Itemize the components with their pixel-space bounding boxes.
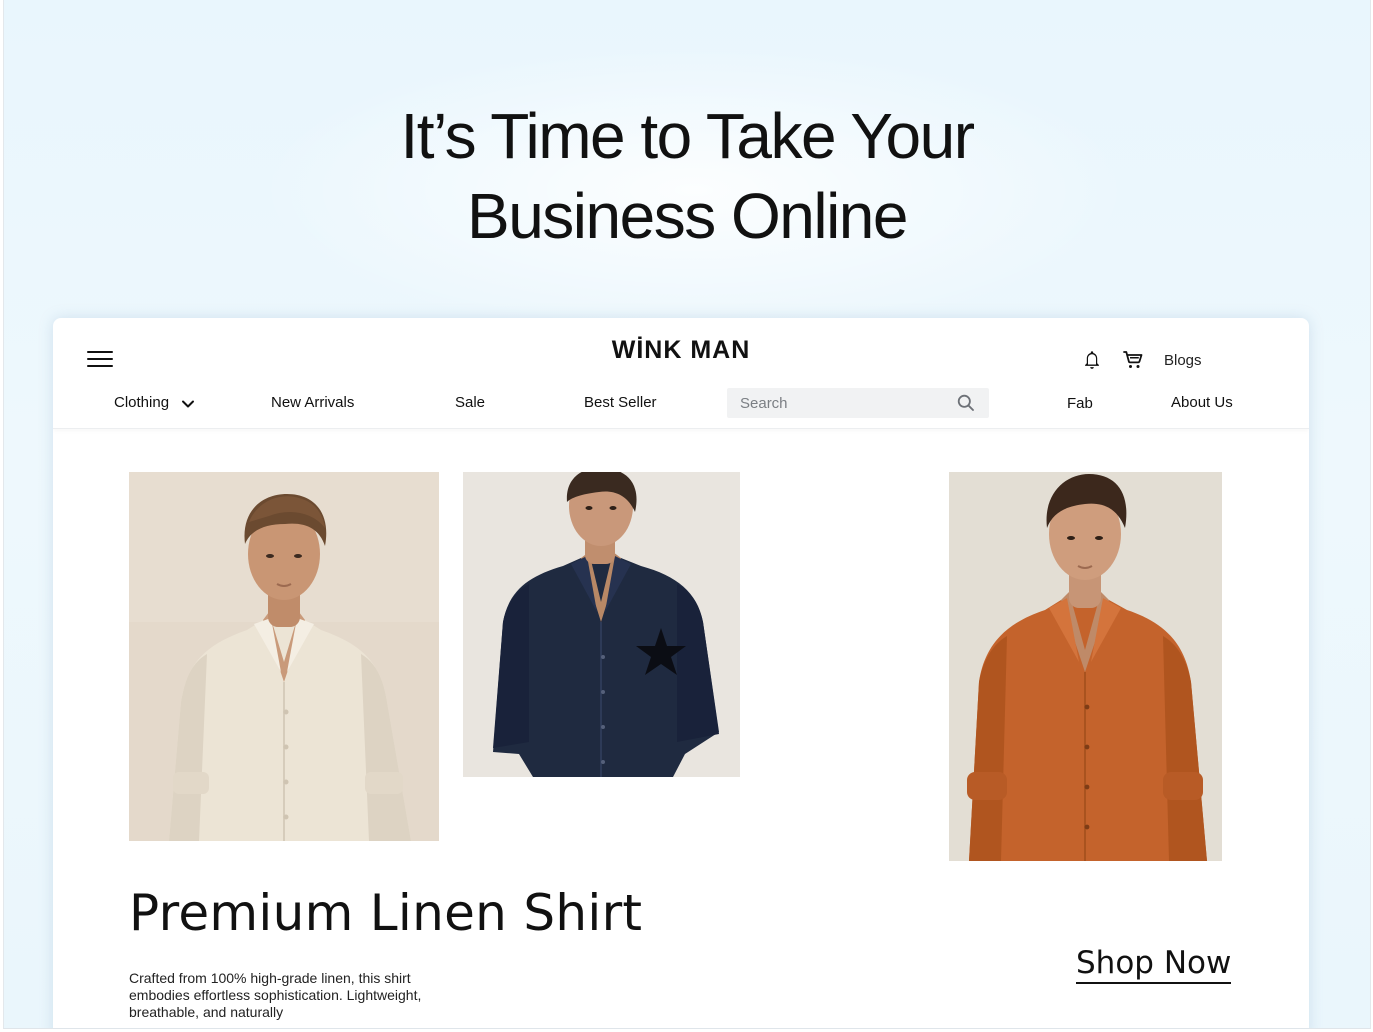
search-input[interactable] xyxy=(727,388,960,418)
product-photo-rust-shirt[interactable] xyxy=(949,472,1222,861)
nav-fab[interactable]: Fab xyxy=(1067,395,1093,412)
nav-new-arrivals[interactable]: New Arrivals xyxy=(271,394,354,411)
nav-sale[interactable]: Sale xyxy=(455,394,485,411)
website-preview: WİNK MAN Blogs Clothing New Arrivals Sal… xyxy=(53,318,1309,1028)
search-bar xyxy=(727,388,989,418)
site-header: WİNK MAN Blogs Clothing New Arrivals Sal… xyxy=(53,318,1309,429)
bell-icon[interactable] xyxy=(1080,348,1104,372)
page-canvas: It’s Time to Take Your Business Online W… xyxy=(3,0,1371,1029)
nav-blogs-link[interactable]: Blogs xyxy=(1164,352,1202,369)
product-photo-navy-shirt[interactable] xyxy=(463,472,740,777)
chevron-down-icon[interactable] xyxy=(180,396,196,412)
hero-line-2: Business Online xyxy=(467,180,908,252)
nav-best-seller[interactable]: Best Seller xyxy=(584,394,657,411)
product-title: Premium Linen Shirt xyxy=(129,884,643,942)
cart-icon[interactable] xyxy=(1121,348,1145,372)
search-icon[interactable] xyxy=(956,393,976,413)
nav-clothing[interactable]: Clothing xyxy=(114,394,169,411)
product-photo-cream-shirt[interactable] xyxy=(129,472,439,841)
product-description: Crafted from 100% high-grade linen, this… xyxy=(129,970,422,1020)
hero-headline: It’s Time to Take Your Business Online xyxy=(4,96,1370,256)
nav-about-us[interactable]: About Us xyxy=(1171,394,1233,411)
hero-line-1: It’s Time to Take Your xyxy=(400,100,976,172)
shop-now-link[interactable]: Shop Now xyxy=(1076,944,1232,984)
